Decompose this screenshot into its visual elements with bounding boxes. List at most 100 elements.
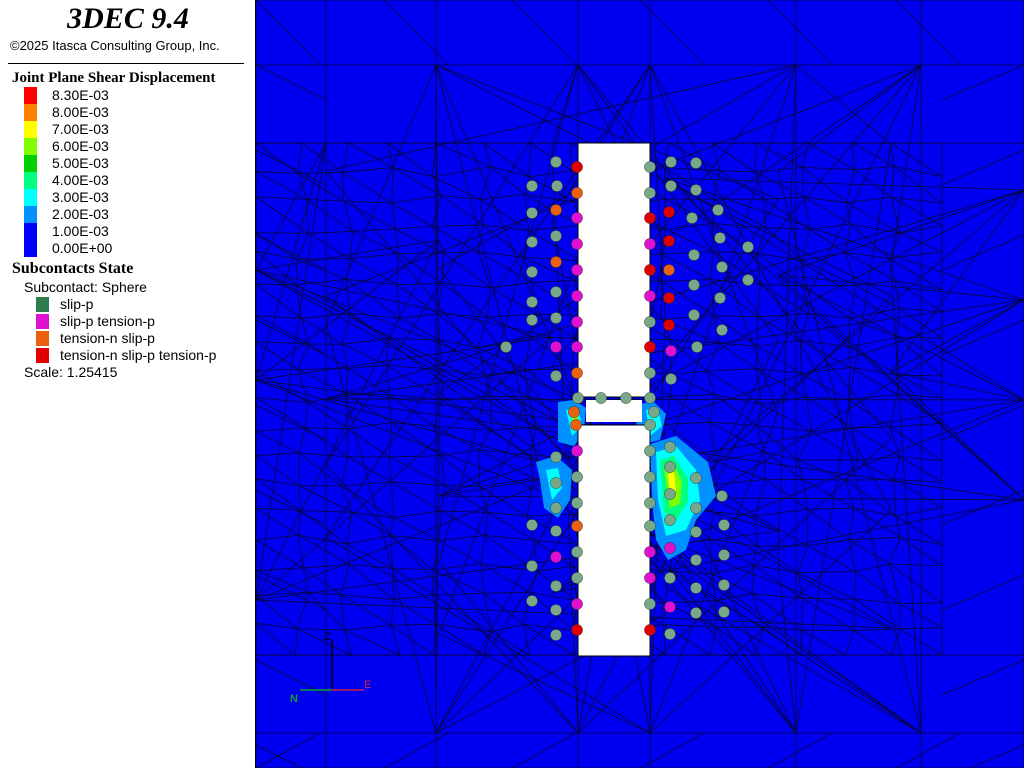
subcontact-sphere (644, 238, 655, 249)
subcontact-sphere (644, 316, 655, 327)
subcontact-sphere (690, 526, 701, 537)
subcontact-sphere (690, 582, 701, 593)
subcontact-sphere (663, 319, 674, 330)
subcontact-sphere (568, 406, 579, 417)
subcontact-sphere (742, 241, 753, 252)
contour-swatch (24, 223, 37, 257)
subcontact-sphere (648, 406, 659, 417)
subcontact-sphere (550, 525, 561, 536)
subcontact-sphere (526, 266, 537, 277)
subcontact-sphere (571, 264, 582, 275)
subcontact-sphere (644, 212, 655, 223)
subcontact-sphere (665, 156, 676, 167)
subcontact-sphere (716, 261, 727, 272)
subcontact-sphere (664, 601, 675, 612)
state-swatch (36, 297, 49, 312)
subcontact-sphere (664, 488, 675, 499)
upper-shaft-opening (578, 143, 650, 397)
subcontact-sphere (644, 341, 655, 352)
subcontact-sphere (718, 519, 729, 530)
subcontact-sphere (595, 392, 606, 403)
contour-level-label: 0.00E+00 (52, 240, 112, 257)
subcontact-sphere (712, 204, 723, 215)
contour-level-label: 7.00E-03 (52, 121, 109, 138)
contour-swatch (24, 104, 37, 121)
subcontact-sphere (571, 212, 582, 223)
subcontact-sphere (663, 206, 674, 217)
contour-swatch (24, 138, 37, 155)
subcontact-sphere (714, 232, 725, 243)
subcontact-sphere (550, 580, 561, 591)
subcontact-sphere (644, 161, 655, 172)
subcontact-sphere (550, 629, 561, 640)
subcontact-sphere (664, 441, 675, 452)
subcontact-sphere (644, 290, 655, 301)
subcontact-sphere (550, 551, 561, 562)
subcontact-sphere (644, 624, 655, 635)
subcontact-sphere (644, 598, 655, 609)
subcontact-sphere (665, 373, 676, 384)
subcontact-sphere (526, 296, 537, 307)
contour-level-label: 3.00E-03 (52, 189, 109, 206)
subcontact-sphere (571, 367, 582, 378)
contour-level-label: 5.00E-03 (52, 155, 109, 172)
subcontact-sphere (550, 341, 561, 352)
subcontact-sphere (742, 274, 753, 285)
subcontact-sphere (620, 392, 631, 403)
subcontact-sphere (663, 264, 674, 275)
subcontact-sphere (550, 156, 561, 167)
subcontact-sphere (550, 477, 561, 488)
subcontact-sphere (571, 520, 582, 531)
subcontact-sphere (690, 472, 701, 483)
subcontact-sphere (571, 290, 582, 301)
subcontact-sphere (571, 471, 582, 482)
state-label: slip-p (60, 296, 93, 313)
subcontact-sphere (571, 546, 582, 557)
subcontact-sphere (526, 595, 537, 606)
subcontact-sphere (690, 157, 701, 168)
contour-swatch (24, 155, 37, 172)
subcontact-sphere (644, 520, 655, 531)
subcontact-sphere (571, 161, 582, 172)
subcontact-sphere (664, 572, 675, 583)
subcontact-sphere (663, 292, 674, 303)
state-swatch (36, 314, 49, 329)
subcontact-sphere (691, 341, 702, 352)
subcontact-type-label: Subcontact: Sphere (24, 279, 147, 296)
state-label: tension-n slip-p (60, 330, 155, 347)
subcontact-sphere (664, 628, 675, 639)
subcontact-sphere (571, 238, 582, 249)
subcontact-sphere (526, 207, 537, 218)
copyright-text: ©2025 Itasca Consulting Group, Inc. (10, 38, 220, 53)
subcontact-sphere (690, 184, 701, 195)
model-viewport[interactable]: Z N E (256, 0, 1024, 768)
axis-z-label: Z (324, 631, 331, 643)
subcontact-sphere (550, 286, 561, 297)
subcontact-sphere (526, 560, 537, 571)
subcontact-sphere (644, 497, 655, 508)
subcontact-sphere (526, 314, 537, 325)
subcontact-sphere (716, 324, 727, 335)
subcontact-sphere (526, 519, 537, 530)
subcontact-sphere (690, 502, 701, 513)
contour-level-label: 8.30E-03 (52, 87, 109, 104)
subcontact-sphere (714, 292, 725, 303)
subcontact-sphere (663, 235, 674, 246)
subcontact-sphere (718, 549, 729, 560)
subcontacts-legend-title: Subcontacts State (12, 260, 133, 278)
state-label: tension-n slip-p tension-p (60, 347, 216, 364)
contour-swatch (24, 121, 37, 138)
legend-divider (8, 63, 244, 64)
subcontact-sphere (690, 554, 701, 565)
subcontact-sphere (526, 180, 537, 191)
subcontact-sphere (664, 461, 675, 472)
contour-swatch (24, 189, 37, 206)
subcontact-sphere (644, 445, 655, 456)
contour-swatch (24, 206, 37, 223)
subcontact-sphere (644, 471, 655, 482)
subcontact-sphere (571, 497, 582, 508)
subcontact-sphere (571, 316, 582, 327)
drift-opening (586, 400, 642, 422)
subcontact-sphere (664, 514, 675, 525)
axis-n-label: N (290, 693, 298, 705)
